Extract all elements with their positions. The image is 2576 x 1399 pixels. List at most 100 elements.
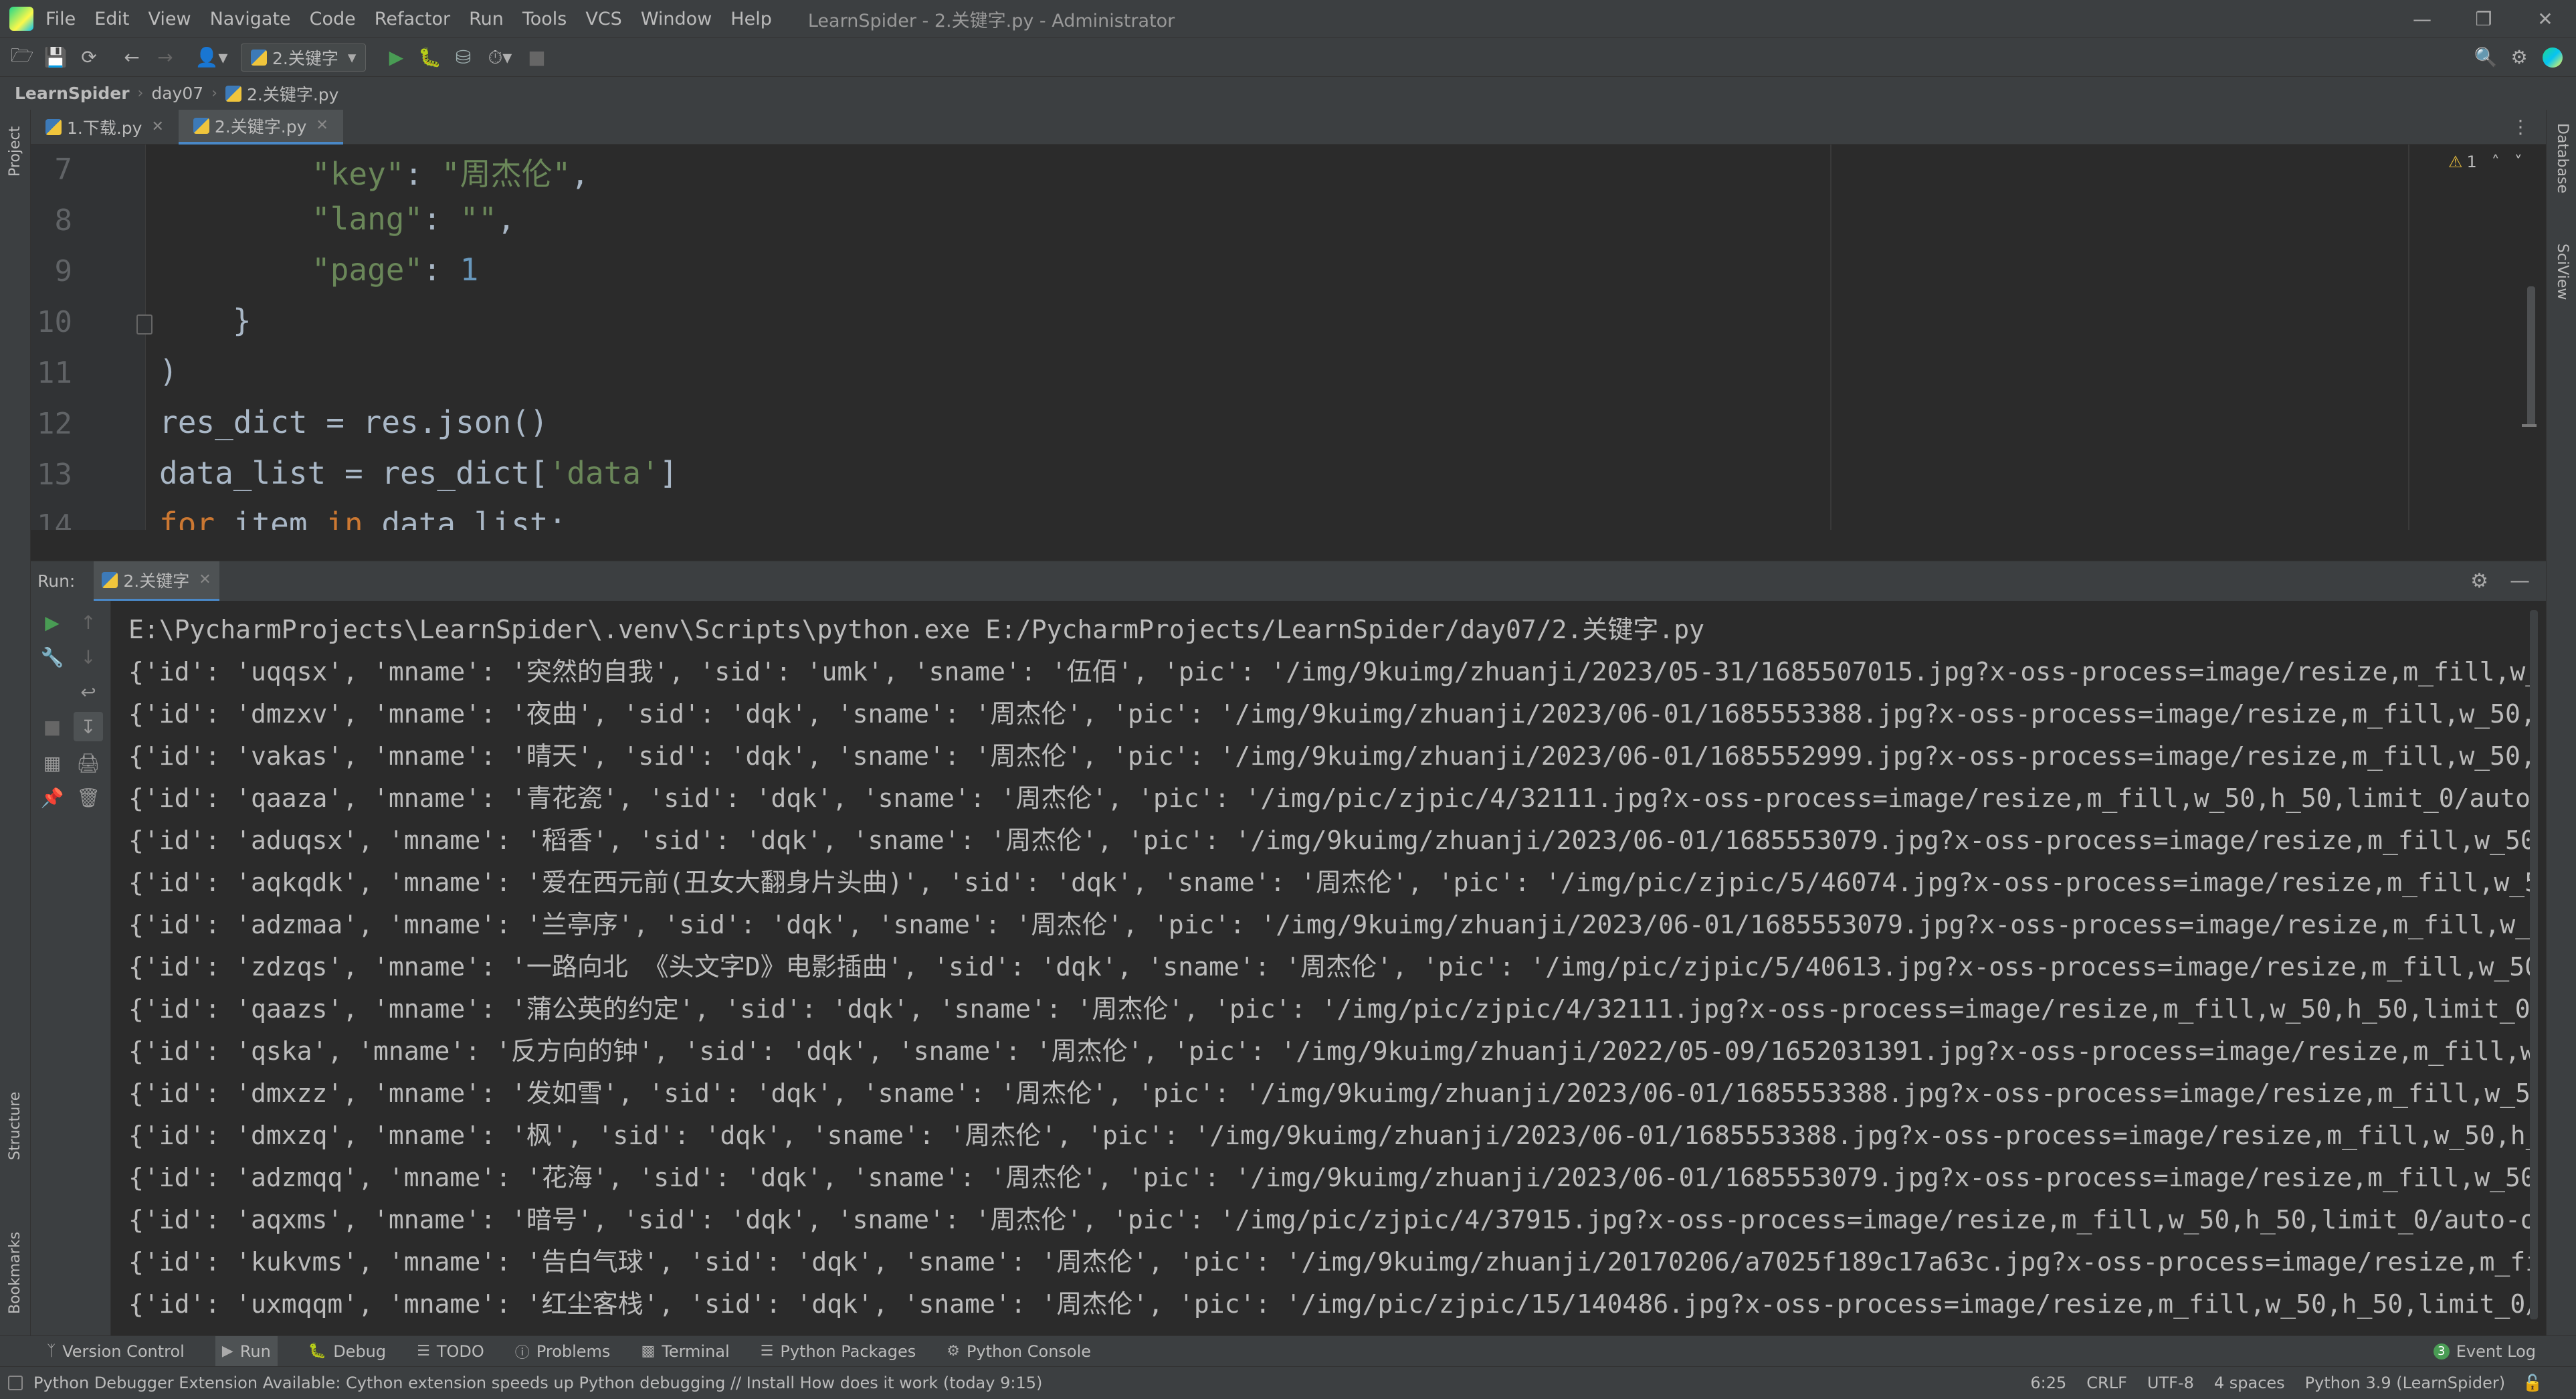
close-tab-icon[interactable]: ✕ <box>316 117 328 134</box>
right-tool-strip: Database SciView <box>2546 110 2576 1335</box>
menu-tools[interactable]: Tools <box>522 9 567 29</box>
console-scrollbar[interactable] <box>2530 610 2538 1319</box>
event-log-tab[interactable]: 3 Event Log <box>2433 1342 2536 1361</box>
right-margin-guide <box>2408 145 2409 530</box>
run-tab[interactable]: 2.关键字 ✕ <box>94 561 219 601</box>
coverage-icon[interactable]: ⛁ <box>446 41 480 74</box>
console-output-line: {'id': 'uxmqqm', 'mname': '红尘客栈', 'sid':… <box>128 1289 2537 1319</box>
save-icon[interactable]: 💾 <box>39 41 72 74</box>
lock-icon[interactable]: 🔓 <box>2522 1374 2543 1392</box>
menu-run[interactable]: Run <box>469 9 504 29</box>
scroll-to-end-icon[interactable]: ↧ <box>74 712 103 741</box>
file-encoding[interactable]: UTF-8 <box>2147 1374 2194 1392</box>
tool-tab-run[interactable]: ▶ Run <box>215 1335 278 1367</box>
up-arrow-icon[interactable]: ↑ <box>74 608 103 637</box>
stop-icon[interactable]: ■ <box>37 712 67 741</box>
console-output-line: {'id': 'vzmqs', 'mname': '轨迹', 'sid': 'd… <box>128 1325 2537 1330</box>
menu-code[interactable]: Code <box>310 9 356 29</box>
breadcrumb-separator: › <box>211 85 217 102</box>
pycharm-logo-icon <box>9 7 33 31</box>
menu-file[interactable]: File <box>45 9 76 29</box>
tool-tab-todo[interactable]: ☰ TODO <box>417 1342 484 1361</box>
soft-wrap-icon[interactable]: ↩ <box>74 677 103 707</box>
bookmarks-tool-tab[interactable]: Bookmarks <box>7 1232 23 1314</box>
menu-window[interactable]: Window <box>641 9 712 29</box>
layout-icon[interactable]: ▦ <box>37 748 67 777</box>
debug-icon[interactable]: 🐛 <box>413 41 446 74</box>
tool-tab-problems[interactable]: ⓘ Problems <box>515 1341 611 1362</box>
gear-icon[interactable]: ⚙ <box>2470 569 2488 593</box>
trash-icon[interactable]: 🗑 <box>74 783 103 812</box>
back-icon[interactable]: ← <box>115 41 148 74</box>
list-icon: ☰ <box>417 1343 430 1360</box>
run-panel-body: ▶ ↑ 🔧 ↓ ↩ ■ ↧ ▦ 🖨 📌 🗑 E:\PycharmProjects… <box>31 601 2546 1335</box>
code-editor[interactable]: 7 8 9 10 11 12 13 14 "key": "周杰伦", "lang… <box>31 145 2546 530</box>
tool-tab-debug[interactable]: 🐛 Debug <box>308 1342 386 1361</box>
print-icon[interactable]: 🖨 <box>74 748 103 777</box>
minimize-icon[interactable]: — <box>2391 0 2453 37</box>
branch-icon: ᛉ <box>47 1343 56 1360</box>
structure-tool-tab[interactable]: Structure <box>7 1092 23 1160</box>
console-output-line: {'id': 'kukvms', 'mname': '告白气球', 'sid':… <box>128 1247 2537 1277</box>
sciview-tool-tab[interactable]: SciView <box>2554 244 2571 300</box>
down-arrow-icon[interactable]: ↓ <box>74 642 103 672</box>
menu-edit[interactable]: Edit <box>94 9 129 29</box>
python-interpreter[interactable]: Python 3.9 (LearnSpider) <box>2305 1374 2505 1392</box>
chevron-down-icon[interactable]: ˅ <box>2514 153 2522 171</box>
profile-icon[interactable]: ⏱▾ <box>480 41 520 74</box>
title-bar: File Edit View Navigate Code Refactor Run Tools… <box>0 0 2576 37</box>
line-gutter: 7 8 9 10 11 12 13 14 <box>31 145 153 530</box>
hide-panel-icon[interactable]: — <box>2510 569 2530 593</box>
status-message[interactable]: Python Debugger Extension Available: Cyt… <box>33 1374 1042 1392</box>
breadcrumb-file[interactable]: 2.关键字.py <box>247 82 338 106</box>
tool-tab-terminal[interactable]: ▩ Terminal <box>641 1342 729 1361</box>
forward-icon[interactable]: → <box>148 41 182 74</box>
editor-tab-keyword[interactable]: 2.关键字.py ✕ <box>178 109 343 145</box>
line-number: 14 <box>37 508 72 530</box>
wrench-icon[interactable]: 🔧 <box>37 642 67 672</box>
search-icon[interactable]: 🔍 <box>2469 41 2502 74</box>
line-separator[interactable]: CRLF <box>2086 1374 2127 1392</box>
close-icon[interactable]: ✕ <box>2514 0 2576 37</box>
close-tab-icon[interactable]: ✕ <box>199 571 211 588</box>
run-config-select[interactable]: 2.关键字 ▾ <box>241 43 367 72</box>
console-output[interactable]: E:\PycharmProjects\LearnSpider\.venv\Scr… <box>128 601 2537 1330</box>
rerun-icon[interactable]: ▶ <box>37 608 67 637</box>
editor-scrollbar[interactable] <box>2527 286 2535 427</box>
more-tabs-icon[interactable]: ⋮ <box>2511 116 2530 138</box>
close-tab-icon[interactable]: ✕ <box>151 118 163 135</box>
menu-help[interactable]: Help <box>730 9 772 29</box>
project-tool-tab[interactable]: Project <box>7 126 23 177</box>
run-tab-label: 2.关键字 <box>123 571 190 591</box>
python-file-icon <box>225 85 241 102</box>
sync-icon[interactable]: ⟳ <box>72 41 106 74</box>
code-line-12: res_dict = res.json() <box>159 404 549 440</box>
plugin-icon[interactable] <box>2536 41 2569 74</box>
pin-icon[interactable]: 📌 <box>37 783 67 812</box>
breadcrumb-project[interactable]: LearnSpider <box>15 84 130 103</box>
warning-icon: ⚠ <box>2448 153 2463 171</box>
menu-navigate[interactable]: Navigate <box>210 9 291 29</box>
inspection-widget[interactable]: ⚠ 1 ˄ ˅ <box>2448 153 2522 171</box>
database-tool-tab[interactable]: Database <box>2554 123 2571 193</box>
console-output-line: {'id': 'qska', 'mname': '反方向的钟', 'sid': … <box>128 1036 2537 1066</box>
run-icon[interactable]: ▶ <box>379 41 413 74</box>
fold-marker-icon[interactable] <box>136 314 153 335</box>
menu-refactor[interactable]: Refactor <box>375 9 450 29</box>
tool-tab-python-console[interactable]: ⚙ Python Console <box>947 1342 1091 1361</box>
menu-view[interactable]: View <box>148 9 191 29</box>
settings-icon[interactable]: ⚙ <box>2502 41 2536 74</box>
editor-tab-download[interactable]: 1.下载.py ✕ <box>31 110 179 145</box>
tool-tab-version-control[interactable]: ᛉ Version Control <box>47 1342 185 1361</box>
line-number: 8 <box>54 203 73 238</box>
tool-tab-python-packages[interactable]: ☰ Python Packages <box>761 1342 916 1361</box>
menu-vcs[interactable]: VCS <box>585 9 621 29</box>
user-icon[interactable]: 👤▾ <box>191 41 231 74</box>
stop-icon[interactable]: ■ <box>520 41 553 74</box>
indent-setting[interactable]: 4 spaces <box>2214 1374 2285 1392</box>
caret-position[interactable]: 6:25 <box>2030 1374 2066 1392</box>
open-folder-icon[interactable]: 🗁 <box>5 41 39 74</box>
breadcrumb-folder[interactable]: day07 <box>151 84 203 103</box>
restore-icon[interactable]: ❐ <box>2453 0 2514 37</box>
chevron-up-icon[interactable]: ˄ <box>2492 153 2500 171</box>
